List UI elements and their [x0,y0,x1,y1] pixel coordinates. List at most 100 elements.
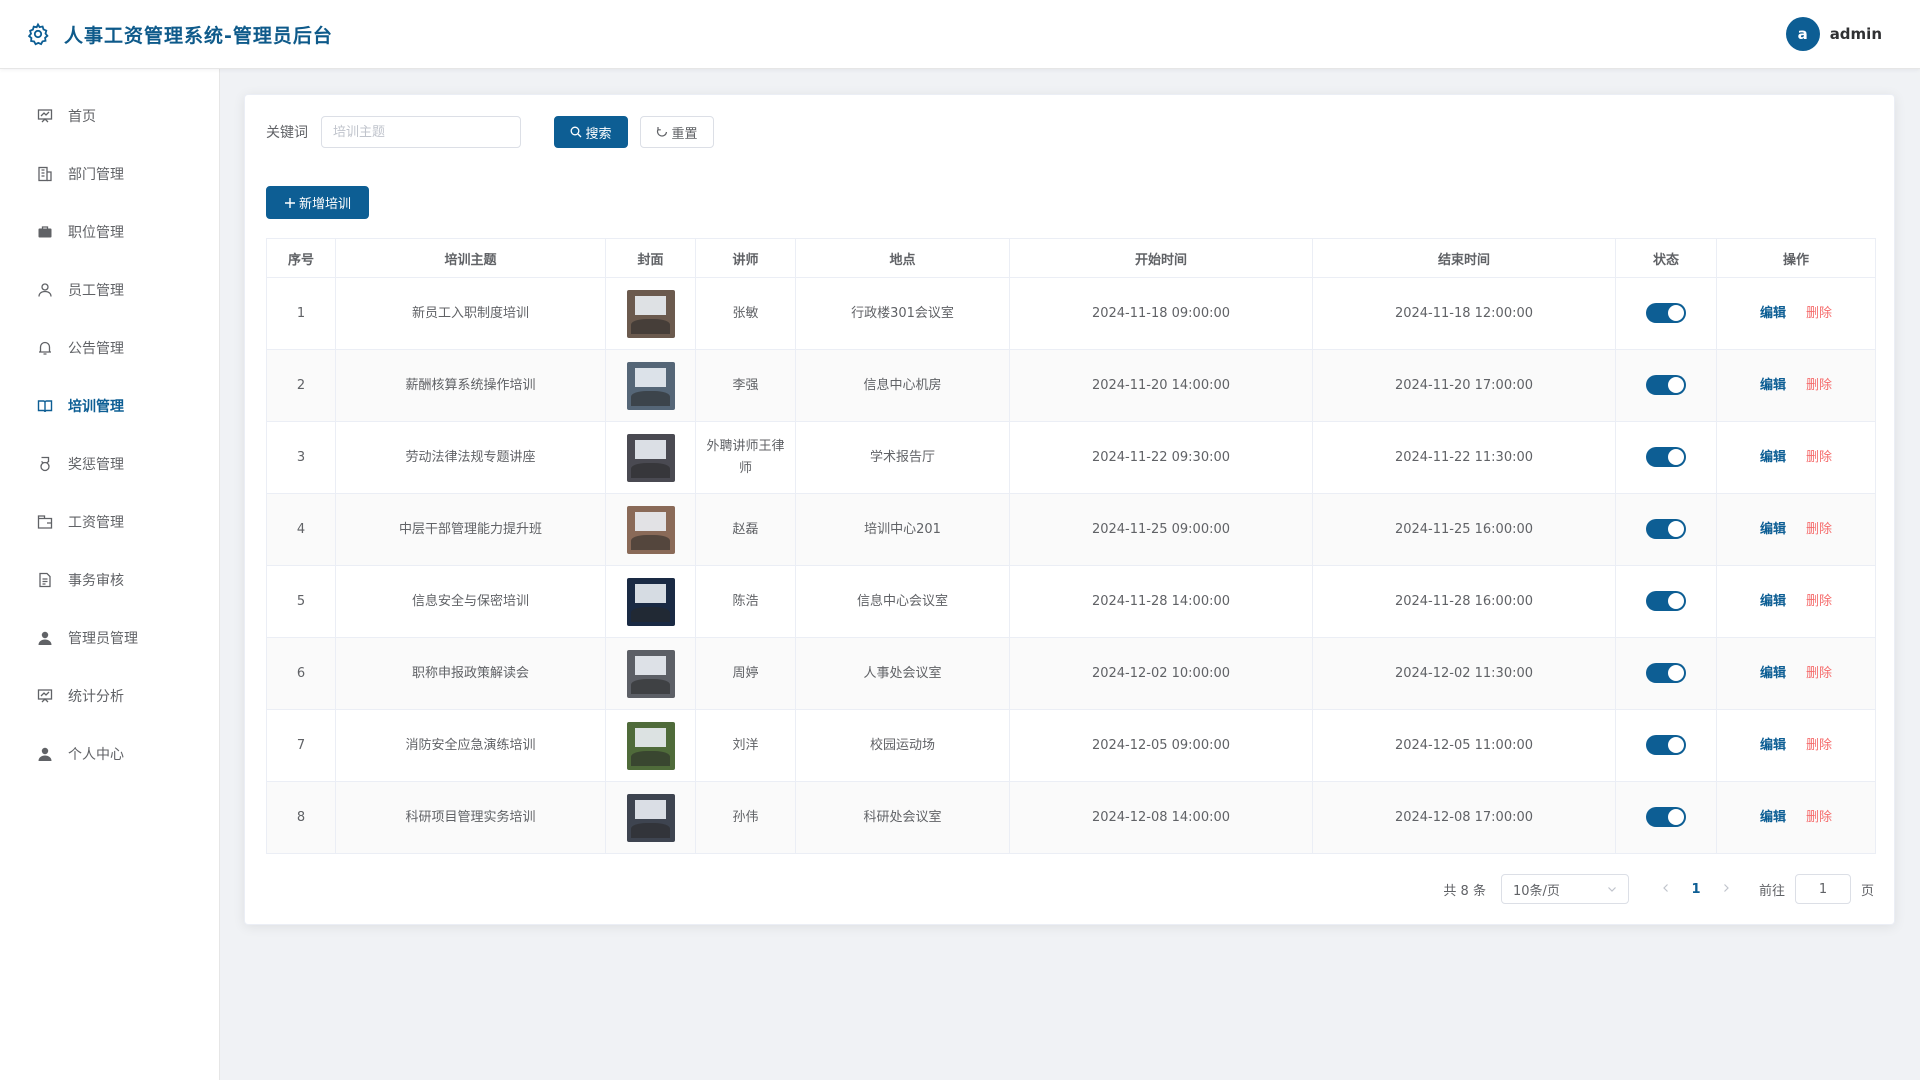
prev-page-button[interactable] [1651,882,1681,897]
cell-topic: 职称申报政策解读会 [335,637,606,710]
sidebar-item-home[interactable]: 首页 [0,87,219,145]
cover-image[interactable] [626,505,675,554]
cell-teacher: 李强 [695,349,796,422]
sidebar-item-salary[interactable]: 工资管理 [0,493,219,551]
delete-button[interactable]: 删除 [1806,306,1832,321]
add-training-label: 新增培训 [298,197,351,212]
cell-cover [605,565,696,638]
status-toggle[interactable] [1646,447,1686,467]
cell-index: 3 [266,421,336,494]
sidebar-item-employees[interactable]: 员工管理 [0,261,219,319]
search-button-label: 搜索 [585,126,612,142]
edit-button[interactable]: 编辑 [1760,666,1786,681]
status-toggle[interactable] [1646,735,1686,755]
reset-button-label: 重置 [671,126,698,142]
cell-status [1615,781,1717,854]
delete-button[interactable]: 删除 [1806,378,1832,393]
cover-image[interactable] [626,721,675,770]
cell-status [1615,421,1717,494]
goto-page-input[interactable] [1794,874,1851,904]
status-toggle[interactable] [1646,519,1686,539]
search-button[interactable]: 搜索 [554,116,628,148]
edit-button[interactable]: 编辑 [1760,810,1786,825]
cover-image[interactable] [626,361,675,410]
status-toggle[interactable] [1646,807,1686,827]
sidebar-item-rewards[interactable]: 奖惩管理 [0,435,219,493]
cover-image[interactable] [626,433,675,482]
sidebar-item-admins[interactable]: 管理员管理 [0,609,219,667]
cell-status [1615,637,1717,710]
cell-actions: 编辑 删除 [1716,709,1876,782]
cell-location: 人事处会议室 [795,637,1010,710]
edit-button[interactable]: 编辑 [1760,594,1786,609]
cell-end-time: 2024-11-22 11:30:00 [1312,421,1616,494]
cell-start-time: 2024-12-08 14:00:00 [1009,781,1313,854]
table-row: 4 中层干部管理能力提升班 赵磊 培训中心201 2024-11-25 09:00:00… [266,493,1876,566]
cell-location: 培训中心201 [795,493,1010,566]
cell-start-time: 2024-12-05 09:00:00 [1009,709,1313,782]
cover-people-shape [631,607,670,622]
dashboard-icon [36,107,54,125]
status-toggle[interactable] [1646,375,1686,395]
cell-actions: 编辑 删除 [1716,349,1876,422]
username[interactable]: admin [1830,25,1882,43]
document-icon [36,571,54,589]
search-icon [571,126,582,138]
edit-button[interactable]: 编辑 [1760,522,1786,537]
cover-image[interactable] [626,649,675,698]
cover-screen-shape [635,728,666,748]
column-header-start: 开始时间 [1009,238,1313,278]
delete-button[interactable]: 删除 [1806,594,1832,609]
cover-screen-shape [635,584,666,604]
sidebar-item-profile[interactable]: 个人中心 [0,725,219,783]
cell-end-time: 2024-11-25 16:00:00 [1312,493,1616,566]
sidebar-item-positions[interactable]: 职位管理 [0,203,219,261]
sidebar-item-announcements[interactable]: 公告管理 [0,319,219,377]
cell-topic: 劳动法律法规专题讲座 [335,421,606,494]
cover-image[interactable] [626,793,675,842]
sidebar-item-departments[interactable]: 部门管理 [0,145,219,203]
cell-index: 8 [266,781,336,854]
delete-button[interactable]: 删除 [1806,450,1832,465]
keyword-input[interactable] [321,116,521,148]
sidebar-item-label: 职位管理 [68,225,124,241]
user-menu[interactable]: a admin [1785,17,1882,51]
gear-icon [25,21,51,47]
cell-topic: 消防安全应急演练培训 [335,709,606,782]
cell-teacher: 周婷 [695,637,796,710]
page-number-current[interactable]: 1 [1681,882,1711,897]
sidebar-item-approvals[interactable]: 事务审核 [0,551,219,609]
cell-topic: 信息安全与保密培训 [335,565,606,638]
cell-start-time: 2024-11-25 09:00:00 [1009,493,1313,566]
reset-button[interactable]: 重置 [640,116,714,148]
delete-button[interactable]: 删除 [1806,522,1832,537]
delete-button[interactable]: 删除 [1806,810,1832,825]
sidebar-item-statistics[interactable]: 统计分析 [0,667,219,725]
cell-teacher: 外聘讲师王律师 [695,421,796,494]
column-header-status: 状态 [1615,238,1717,278]
status-toggle[interactable] [1646,663,1686,683]
sidebar-item-label: 奖惩管理 [68,457,124,473]
column-header-location: 地点 [795,238,1010,278]
cover-image[interactable] [626,577,675,626]
edit-button[interactable]: 编辑 [1760,450,1786,465]
edit-button[interactable]: 编辑 [1760,378,1786,393]
cell-teacher: 赵磊 [695,493,796,566]
cell-index: 5 [266,565,336,638]
add-training-button[interactable]: 新增培训 [266,186,369,219]
delete-button[interactable]: 删除 [1806,666,1832,681]
cell-teacher: 张敏 [695,277,796,350]
delete-button[interactable]: 删除 [1806,738,1832,753]
cell-end-time: 2024-11-20 17:00:00 [1312,349,1616,422]
avatar[interactable]: a [1785,17,1820,51]
cell-status [1615,349,1717,422]
sidebar-item-training[interactable]: 培训管理 [0,377,219,435]
next-page-button[interactable] [1711,882,1741,897]
status-toggle[interactable] [1646,303,1686,323]
sidebar-item-label: 部门管理 [68,167,124,183]
edit-button[interactable]: 编辑 [1760,306,1786,321]
status-toggle[interactable] [1646,591,1686,611]
edit-button[interactable]: 编辑 [1760,738,1786,753]
page-size-select[interactable]: 10条/页 [1500,874,1629,904]
cover-image[interactable] [626,289,675,338]
